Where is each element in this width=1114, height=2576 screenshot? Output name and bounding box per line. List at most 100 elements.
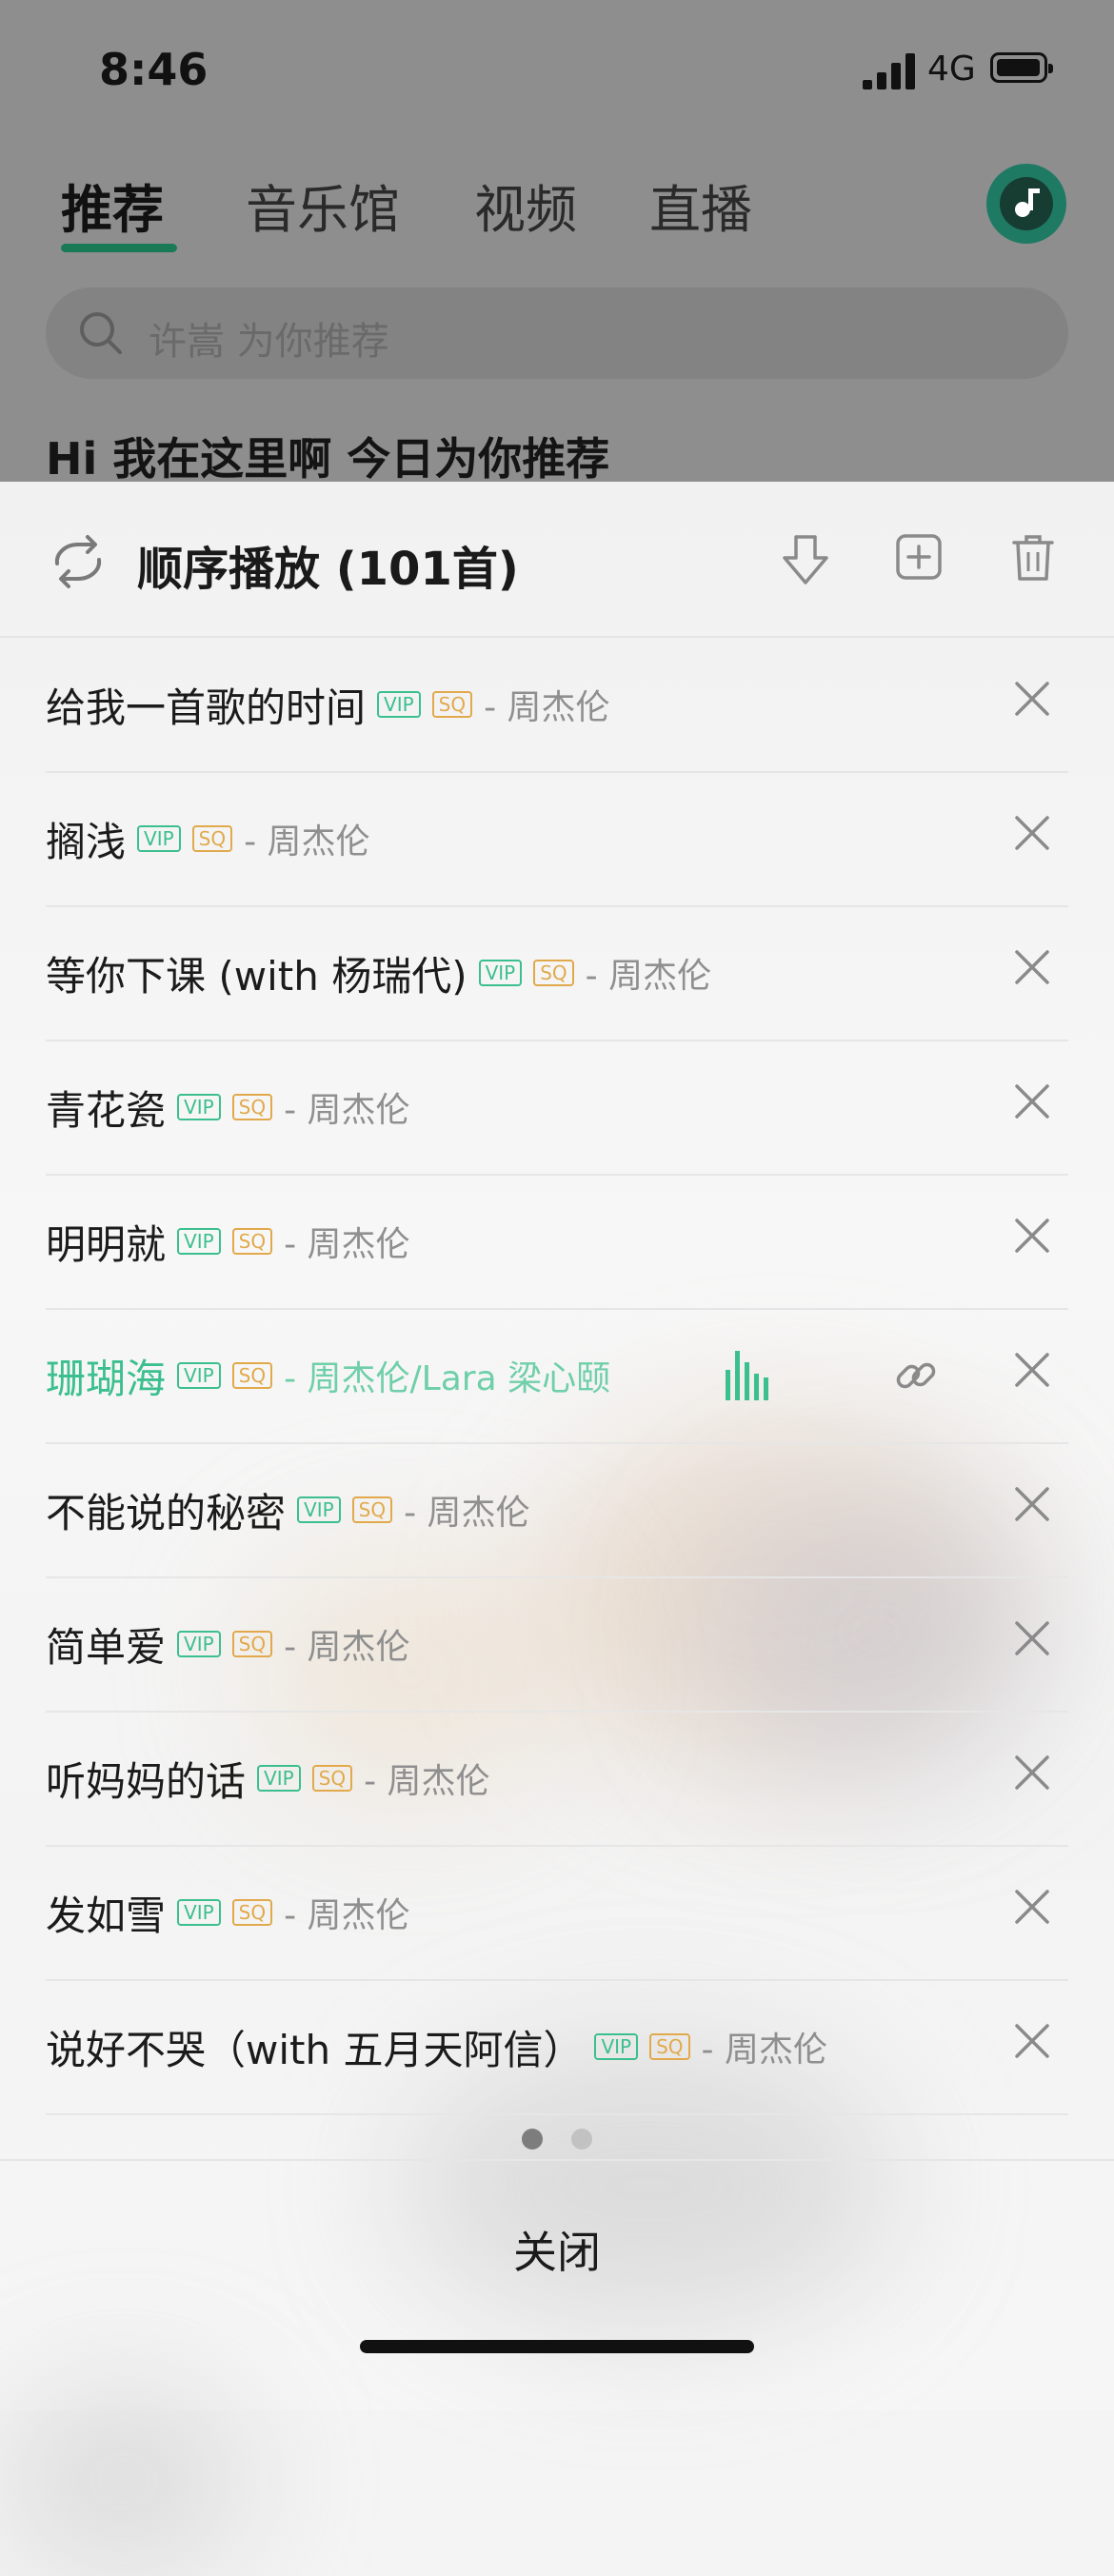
- song-artist: - 周杰伦: [484, 688, 610, 727]
- song-row-9[interactable]: 听妈妈的话 VIP SQ - 周杰伦: [46, 1712, 1068, 1847]
- song-row-1[interactable]: 给我一首歌的时间 VIP SQ - 周杰伦: [46, 638, 1068, 773]
- song-title: 不能说的秘密: [46, 1489, 287, 1536]
- remove-icon[interactable]: [1013, 680, 1051, 718]
- song-artist: - 周杰伦/Lara 梁心颐: [284, 1359, 611, 1398]
- tab-underline: [61, 244, 177, 252]
- song-title: 说好不哭（with 五月天阿信）: [46, 2026, 584, 2073]
- footer-divider: [0, 2159, 1114, 2161]
- song-artist: - 周杰伦: [244, 822, 370, 862]
- song-artist: - 周杰伦: [284, 1896, 410, 1935]
- song-artist: - 周杰伦: [284, 1628, 410, 1667]
- top-tabs: 推荐 音乐馆 视频 直播: [0, 160, 1114, 255]
- vip-badge: VIP: [177, 1631, 221, 1657]
- remove-icon[interactable]: [1013, 1888, 1051, 1926]
- status-bar: 8:46 4G: [0, 0, 1114, 133]
- song-title: 珊瑚海: [46, 1355, 167, 1402]
- song-row-7[interactable]: 不能说的秘密 VIP SQ - 周杰伦: [46, 1443, 1068, 1578]
- search-placeholder: 许嵩 为你推荐: [149, 320, 389, 364]
- song-title: 明明就: [46, 1220, 167, 1268]
- song-title: 给我一首歌的时间: [46, 684, 367, 731]
- song-artist: - 周杰伦: [404, 1494, 530, 1533]
- song-artist: - 周杰伦: [585, 957, 712, 996]
- tab-recommend[interactable]: 推荐: [61, 168, 164, 243]
- song-row-5[interactable]: 明明就 VIP SQ - 周杰伦: [46, 1175, 1068, 1310]
- sq-badge: SQ: [431, 691, 473, 718]
- signal-icon: [863, 53, 915, 89]
- status-time: 8:46: [99, 44, 209, 95]
- remove-icon[interactable]: [1013, 1754, 1051, 1792]
- vip-badge: VIP: [594, 2033, 639, 2060]
- song-row-11[interactable]: 说好不哭（with 五月天阿信） VIP SQ - 周杰伦: [46, 1980, 1068, 2115]
- song-row-8[interactable]: 简单爱 VIP SQ - 周杰伦: [46, 1577, 1068, 1713]
- blur-decoration: [0, 2386, 248, 2576]
- song-artist: - 周杰伦: [701, 2031, 827, 2070]
- song-title: 听妈妈的话: [46, 1757, 247, 1805]
- song-title: 搁浅: [46, 818, 127, 865]
- sq-badge: SQ: [351, 1496, 393, 1523]
- song-row-6-playing[interactable]: 珊瑚海 VIP SQ - 周杰伦/Lara 梁心颐: [46, 1309, 1068, 1444]
- trash-icon[interactable]: [1011, 533, 1055, 583]
- page-dot[interactable]: [571, 2129, 592, 2150]
- song-title: 等你下课 (with 杨瑞代): [46, 952, 467, 1000]
- page-dot-active[interactable]: [522, 2129, 543, 2150]
- sq-badge: SQ: [191, 825, 233, 852]
- song-row-2[interactable]: 搁浅 VIP SQ - 周杰伦: [46, 772, 1068, 907]
- song-title: 发如雪: [46, 1892, 167, 1939]
- tab-music-hall[interactable]: 音乐馆: [246, 168, 400, 243]
- sq-badge: SQ: [231, 1228, 273, 1255]
- vip-badge: VIP: [177, 1228, 221, 1255]
- tab-video[interactable]: 视频: [474, 168, 577, 243]
- remove-icon[interactable]: [1013, 814, 1051, 852]
- music-note-icon: [1015, 188, 1040, 217]
- background-page: 8:46 4G 推荐 音乐馆 视频 直播 许嵩 为你推荐 Hi 我在这里啊 今日…: [0, 0, 1114, 485]
- music-avatar-button[interactable]: [986, 164, 1066, 244]
- search-bar[interactable]: 许嵩 为你推荐: [46, 287, 1068, 379]
- now-playing-equalizer-icon: [726, 1351, 768, 1400]
- sq-badge: SQ: [231, 1362, 273, 1389]
- vip-badge: VIP: [177, 1362, 221, 1389]
- playlist-title: 顺序播放 (101首): [137, 543, 519, 596]
- remove-icon[interactable]: [1013, 1082, 1051, 1120]
- download-icon[interactable]: [779, 533, 832, 588]
- vip-badge: VIP: [177, 1094, 221, 1120]
- remove-icon[interactable]: [1013, 2022, 1051, 2060]
- page-indicator: [0, 2121, 1114, 2150]
- remove-icon[interactable]: [1013, 1351, 1051, 1389]
- song-artist: - 周杰伦: [284, 1225, 410, 1264]
- sq-badge: SQ: [231, 1631, 273, 1657]
- network-type: 4G: [927, 50, 976, 89]
- battery-icon: [990, 52, 1053, 83]
- sq-badge: SQ: [231, 1899, 273, 1926]
- song-title: 简单爱: [46, 1623, 167, 1671]
- link-icon[interactable]: [895, 1355, 937, 1397]
- song-row-10[interactable]: 发如雪 VIP SQ - 周杰伦: [46, 1846, 1068, 1981]
- remove-icon[interactable]: [1013, 1619, 1051, 1657]
- sq-badge: SQ: [231, 1094, 273, 1120]
- vip-badge: VIP: [137, 825, 181, 852]
- greeting-text: Hi 我在这里啊 今日为你推荐: [46, 433, 610, 485]
- remove-icon[interactable]: [1013, 1217, 1051, 1255]
- close-button[interactable]: 关闭: [0, 2195, 1114, 2309]
- vip-badge: VIP: [257, 1765, 301, 1792]
- home-indicator: [360, 2340, 754, 2353]
- playlist-sheet: 顺序播放 (101首) 给我一首歌的时间 VIP SQ - 周杰伦 搁浅 VIP…: [0, 482, 1114, 2576]
- playlist-header: 顺序播放 (101首): [0, 482, 1114, 636]
- vip-badge: VIP: [297, 1496, 341, 1523]
- sq-badge: SQ: [649, 2033, 690, 2060]
- vip-badge: VIP: [478, 960, 523, 986]
- vip-badge: VIP: [377, 691, 421, 718]
- song-artist: - 周杰伦: [364, 1762, 490, 1801]
- song-artist: - 周杰伦: [284, 1091, 410, 1130]
- repeat-icon[interactable]: [46, 531, 110, 592]
- song-row-4[interactable]: 青花瓷 VIP SQ - 周杰伦: [46, 1040, 1068, 1176]
- sq-badge: SQ: [311, 1765, 353, 1792]
- song-title: 青花瓷: [46, 1086, 167, 1134]
- vip-badge: VIP: [177, 1899, 221, 1926]
- add-to-icon[interactable]: [895, 533, 943, 581]
- tab-live[interactable]: 直播: [649, 168, 752, 243]
- song-row-3[interactable]: 等你下课 (with 杨瑞代) VIP SQ - 周杰伦: [46, 906, 1068, 1041]
- remove-icon[interactable]: [1013, 948, 1051, 986]
- sq-badge: SQ: [533, 960, 574, 986]
- remove-icon[interactable]: [1013, 1485, 1051, 1523]
- search-icon: [80, 312, 122, 354]
